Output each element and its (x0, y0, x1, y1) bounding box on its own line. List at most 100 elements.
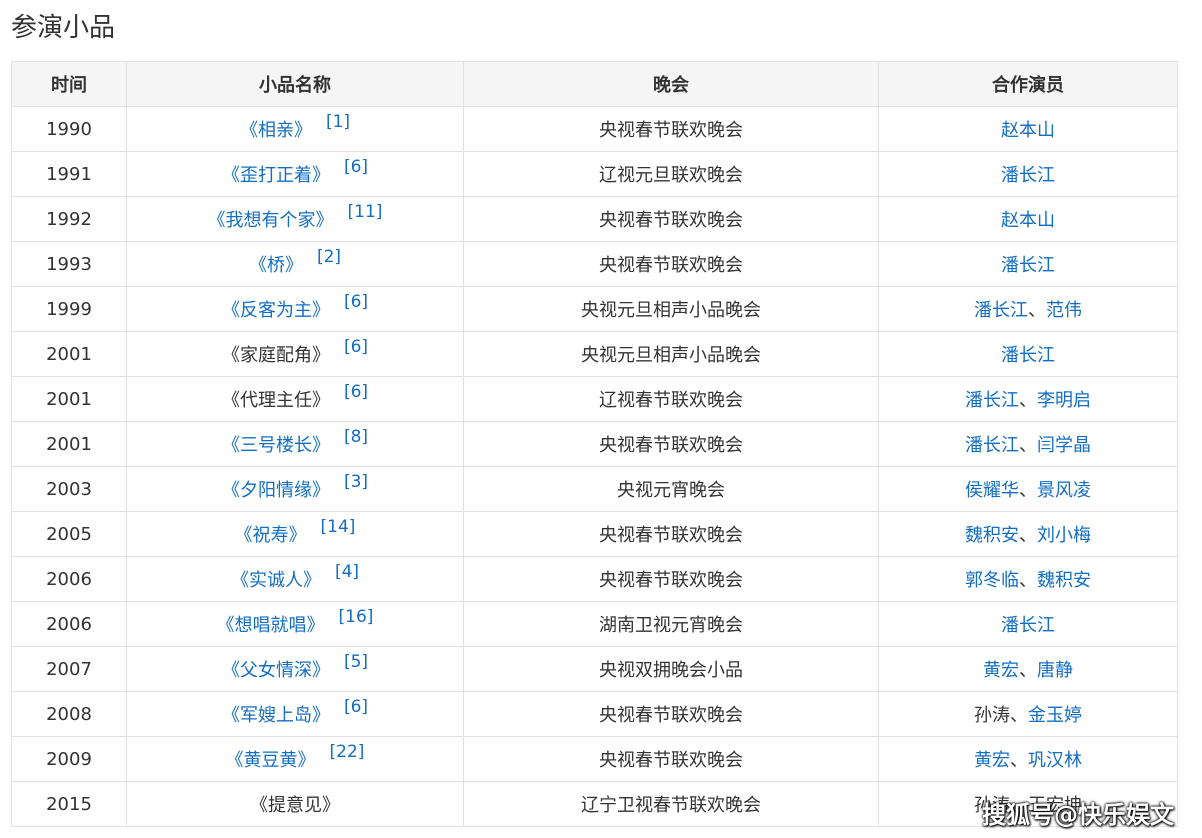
cast-member[interactable]: 潘长江 (1001, 165, 1055, 186)
sketch-name-link[interactable]: 《父女情深》 (222, 660, 330, 681)
sketch-name-link[interactable]: 《歪打正着》 (222, 165, 330, 186)
sketch-name-cell: 《提意见》 (126, 781, 464, 827)
cast-member[interactable]: 潘长江 (974, 300, 1028, 321)
cast-member[interactable]: 黄宏 (974, 750, 1010, 771)
reference-link[interactable]: [2] (317, 247, 341, 267)
reference-link[interactable]: [6] (344, 382, 368, 402)
table-row: 1991 《歪打正着》 [6] 辽视元旦联欢晚会 潘长江 (11, 151, 1178, 197)
cast-member[interactable]: 李明启 (1037, 390, 1091, 411)
cast-member[interactable]: 魏积安 (1037, 570, 1091, 591)
cast-member[interactable]: 潘长江 (1001, 345, 1055, 366)
reference-link[interactable]: [14] (321, 517, 356, 537)
cast-cell: 赵本山 (878, 106, 1178, 152)
cast-member[interactable]: 赵本山 (1001, 120, 1055, 141)
cast-member[interactable]: 潘长江 (1001, 615, 1055, 636)
header-gala: 晚会 (463, 61, 879, 107)
header-sketch-name: 小品名称 (126, 61, 464, 107)
year-cell: 2007 (11, 646, 127, 692)
reference-link[interactable]: [6] (344, 292, 368, 312)
gala-cell: 央视春节联欢晚会 (463, 241, 879, 287)
sketch-name-link[interactable]: 《夕阳情缘》 (222, 480, 330, 501)
cast-member[interactable]: 郭冬临 (965, 570, 1019, 591)
cast-member[interactable]: 巩汉林 (1028, 750, 1082, 771)
cast-member[interactable]: 金玉婷 (1028, 705, 1082, 726)
table-row: 2005 《祝寿》 [14] 央视春节联欢晚会 魏积安、刘小梅 (11, 511, 1178, 557)
sketch-name-cell: 《军嫂上岛》 [6] (126, 691, 464, 737)
cast-member[interactable]: 范伟 (1046, 300, 1082, 321)
sketch-name-cell: 《想唱就唱》 [16] (126, 601, 464, 647)
watermark: 搜狐号@快乐娱文 (982, 801, 1174, 829)
reference-link[interactable]: [6] (344, 337, 368, 357)
gala-cell: 央视春节联欢晚会 (463, 196, 879, 242)
cast-separator: 、 (1019, 390, 1037, 411)
cast-cell: 孙涛、金玉婷 (878, 691, 1178, 737)
reference-link[interactable]: [6] (344, 697, 368, 717)
gala-cell: 湖南卫视元宵晚会 (463, 601, 879, 647)
reference-link[interactable]: [6] (344, 157, 368, 177)
gala-cell: 央视春节联欢晚会 (463, 736, 879, 782)
table-row: 2003 《夕阳情缘》 [3] 央视元宵晚会 侯耀华、景风凌 (11, 466, 1178, 512)
header-year: 时间 (11, 61, 127, 107)
cast-member[interactable]: 黄宏 (983, 660, 1019, 681)
reference-link[interactable]: [22] (330, 742, 365, 762)
table-row: 2006 《想唱就唱》 [16] 湖南卫视元宵晚会 潘长江 (11, 601, 1178, 647)
cast-cell: 黄宏、唐静 (878, 646, 1178, 692)
table-row: 1993 《桥》 [2] 央视春节联欢晚会 潘长江 (11, 241, 1178, 287)
cast-separator: 、 (1019, 525, 1037, 546)
sketch-name-link[interactable]: 《桥》 (249, 255, 303, 276)
cast-separator: 、 (1010, 750, 1028, 771)
table-row: 1992 《我想有个家》 [11] 央视春节联欢晚会 赵本山 (11, 196, 1178, 242)
sketch-name-link[interactable]: 《黄豆黄》 (226, 750, 316, 771)
table-row: 2008 《军嫂上岛》 [6] 央视春节联欢晚会 孙涛、金玉婷 (11, 691, 1178, 737)
sketch-name-link[interactable]: 《相亲》 (240, 120, 312, 141)
cast-member[interactable]: 潘长江 (965, 390, 1019, 411)
reference-link[interactable]: [16] (339, 607, 374, 627)
cast-cell: 潘长江、李明启 (878, 376, 1178, 422)
sketch-name-link[interactable]: 《实诚人》 (231, 570, 321, 591)
sketch-name-link[interactable]: 《我想有个家》 (208, 210, 334, 231)
reference-link[interactable]: [5] (344, 652, 368, 672)
year-cell: 2006 (11, 601, 127, 647)
cast-member[interactable]: 魏积安 (965, 525, 1019, 546)
year-cell: 2006 (11, 556, 127, 602)
cast-member[interactable]: 赵本山 (1001, 210, 1055, 231)
sketch-name-link[interactable]: 《祝寿》 (235, 525, 307, 546)
cast-cell: 赵本山 (878, 196, 1178, 242)
year-cell: 1992 (11, 196, 127, 242)
cast-separator: 、 (1019, 435, 1037, 456)
reference-link[interactable]: [8] (344, 427, 368, 447)
table-row: 2007 《父女情深》 [5] 央视双拥晚会小品 黄宏、唐静 (11, 646, 1178, 692)
cast-member[interactable]: 唐静 (1037, 660, 1073, 681)
cast-member[interactable]: 景风凌 (1037, 480, 1091, 501)
sketch-name-link[interactable]: 《三号楼长》 (222, 435, 330, 456)
cast-member[interactable]: 潘长江 (1001, 255, 1055, 276)
gala-cell: 辽宁卫视春节联欢晚会 (463, 781, 879, 827)
year-cell: 2008 (11, 691, 127, 737)
cast-member[interactable]: 闫学晶 (1037, 435, 1091, 456)
reference-link[interactable]: [1] (326, 112, 350, 132)
table-body: 1990 《相亲》 [1] 央视春节联欢晚会 赵本山 1991 《歪打正着》 [6] 辽视元旦联… (11, 106, 1178, 827)
cast-member[interactable]: 侯耀华 (965, 480, 1019, 501)
gala-cell: 辽视元旦联欢晚会 (463, 151, 879, 197)
reference-link[interactable]: [4] (335, 562, 359, 582)
gala-cell: 央视春节联欢晚会 (463, 106, 879, 152)
sketch-name-cell: 《反客为主》 [6] (126, 286, 464, 332)
header-cast: 合作演员 (878, 61, 1178, 107)
sketch-name-link[interactable]: 《军嫂上岛》 (222, 705, 330, 726)
cast-member[interactable]: 潘长江 (965, 435, 1019, 456)
sketch-name-cell: 《家庭配角》 [6] (126, 331, 464, 377)
sketch-name-link: 《家庭配角》 (221, 345, 330, 366)
table-row: 2009 《黄豆黄》 [22] 央视春节联欢晚会 黄宏、巩汉林 (11, 736, 1178, 782)
sketch-name-link[interactable]: 《想唱就唱》 (217, 615, 325, 636)
cast-cell: 郭冬临、魏积安 (878, 556, 1178, 602)
reference-link[interactable]: [3] (344, 472, 368, 492)
sketch-table: 时间 小品名称 晚会 合作演员 1990 《相亲》 [1] 央视春节联欢晚会 赵本山 19… (11, 61, 1178, 827)
gala-cell: 央视春节联欢晚会 (463, 691, 879, 737)
reference-link[interactable]: [11] (348, 202, 383, 222)
cast-cell: 黄宏、巩汉林 (878, 736, 1178, 782)
year-cell: 1993 (11, 241, 127, 287)
cast-separator: 、 (1010, 705, 1028, 726)
sketch-name-link[interactable]: 《反客为主》 (222, 300, 330, 321)
year-cell: 2001 (11, 331, 127, 377)
cast-member[interactable]: 刘小梅 (1037, 525, 1091, 546)
